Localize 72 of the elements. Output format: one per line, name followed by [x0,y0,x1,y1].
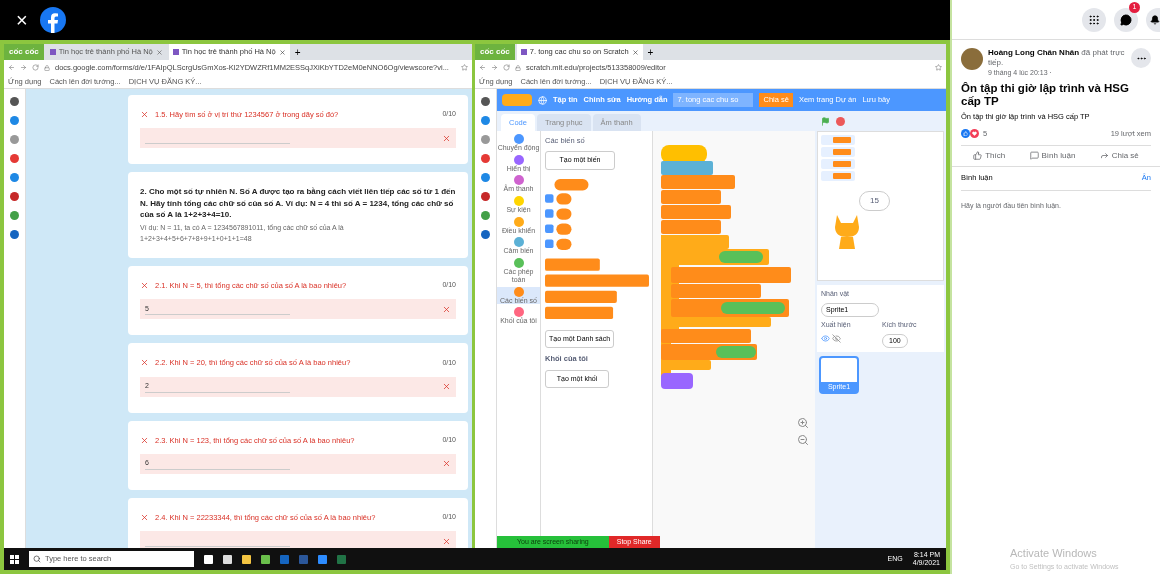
sidebar-app-icon[interactable] [10,154,19,163]
forward-icon[interactable] [491,64,498,71]
close-tab-icon[interactable] [278,48,286,56]
sidebar-app-icon[interactable] [481,230,490,239]
apps-grid-icon[interactable] [1082,7,1106,32]
reload-icon[interactable] [503,64,510,71]
sidebar-app-icon[interactable] [481,211,490,220]
show-icon[interactable] [821,333,830,343]
activation-notice-title: Activate Windows [1010,546,1098,561]
back-icon[interactable] [479,64,486,71]
wrong-icon [442,304,451,314]
globe-icon[interactable] [538,95,547,105]
sidebar-app-icon[interactable] [481,97,490,106]
sidebar-app-icon[interactable] [481,173,490,182]
post-author-line: Hoàng Long Chân Nhân đã phát trực tiếp. [988,48,1126,68]
wrong-icon [140,512,149,522]
flag-icon[interactable] [821,116,830,126]
search-icon [33,555,41,563]
more-button[interactable] [1131,48,1151,68]
lock-icon [44,64,50,71]
close-button[interactable]: × [16,10,28,30]
post-title: Ôn tập thi giờ lập trình và HSG cấp TP [961,81,1130,110]
sidebar-app-icon[interactable] [10,116,19,125]
variable-monitors-drawing [821,135,855,181]
star-icon[interactable] [461,64,468,71]
new-tab-button[interactable]: + [291,44,304,60]
wrong-icon [442,536,451,546]
sidebar-app-icon[interactable] [10,211,19,220]
wrong-icon [140,110,149,120]
like-reaction-icon[interactable] [961,129,970,139]
messenger-icon[interactable] [1114,7,1138,32]
wrong-icon [140,281,149,291]
wrong-icon [442,382,451,392]
thumbs-up-icon [973,151,983,161]
wrong-icon [140,358,149,368]
zoom-out-icon[interactable] [797,434,809,446]
love-reaction-icon[interactable] [970,129,979,139]
post-action-button[interactable]: Bình luận [1029,149,1076,162]
windows-logo-icon[interactable] [10,554,19,564]
tab-favicon [520,49,527,55]
wrong-icon [140,435,149,445]
sidebar-app-icon[interactable] [10,97,19,106]
hide-icon[interactable] [832,333,841,343]
sidebar-app-icon[interactable] [10,192,19,201]
wrong-icon [442,459,451,469]
sidebar-app-icon[interactable] [10,230,19,239]
sidebar-app-icon[interactable] [10,173,19,182]
back-icon[interactable] [8,64,15,71]
share-arrow-icon [1099,151,1109,161]
post-action-button[interactable]: Thích [973,149,1006,162]
star-icon[interactable] [935,64,942,71]
lock-icon [515,64,521,71]
zoom-in-icon[interactable] [797,417,809,429]
section-title: 2. Cho một số tự nhiên N. Số A được tạo ra bằng cách viết liên tiếp các số từ 1 đến N. Hãy tính tổng các chữ số của số A. Ví dụ: N = 4 thì số A = 1234, tổng các chữ số của số A là 1+2+3+4=10. [140,186,456,222]
post-action-button[interactable]: Chia sẻ [1099,149,1139,162]
wrong-icon [442,133,451,143]
notifications-icon[interactable] [1146,7,1160,32]
reload-icon[interactable] [32,64,39,71]
new-tab-button[interactable]: + [644,44,657,60]
sidebar-app-icon[interactable] [481,116,490,125]
close-tab-icon[interactable] [155,48,163,56]
speech-bubble-icon [1029,151,1039,161]
facebook-logo-icon[interactable] [39,7,66,33]
avatar[interactable] [961,48,983,70]
tab-favicon [49,49,56,55]
tab-favicon [172,49,179,55]
speech-bubble: 15 [859,191,890,211]
stop-icon[interactable] [836,116,845,126]
sidebar-app-icon[interactable] [481,154,490,163]
forward-icon[interactable] [20,64,27,71]
close-tab-icon[interactable] [631,48,639,56]
sidebar-app-icon[interactable] [481,192,490,201]
